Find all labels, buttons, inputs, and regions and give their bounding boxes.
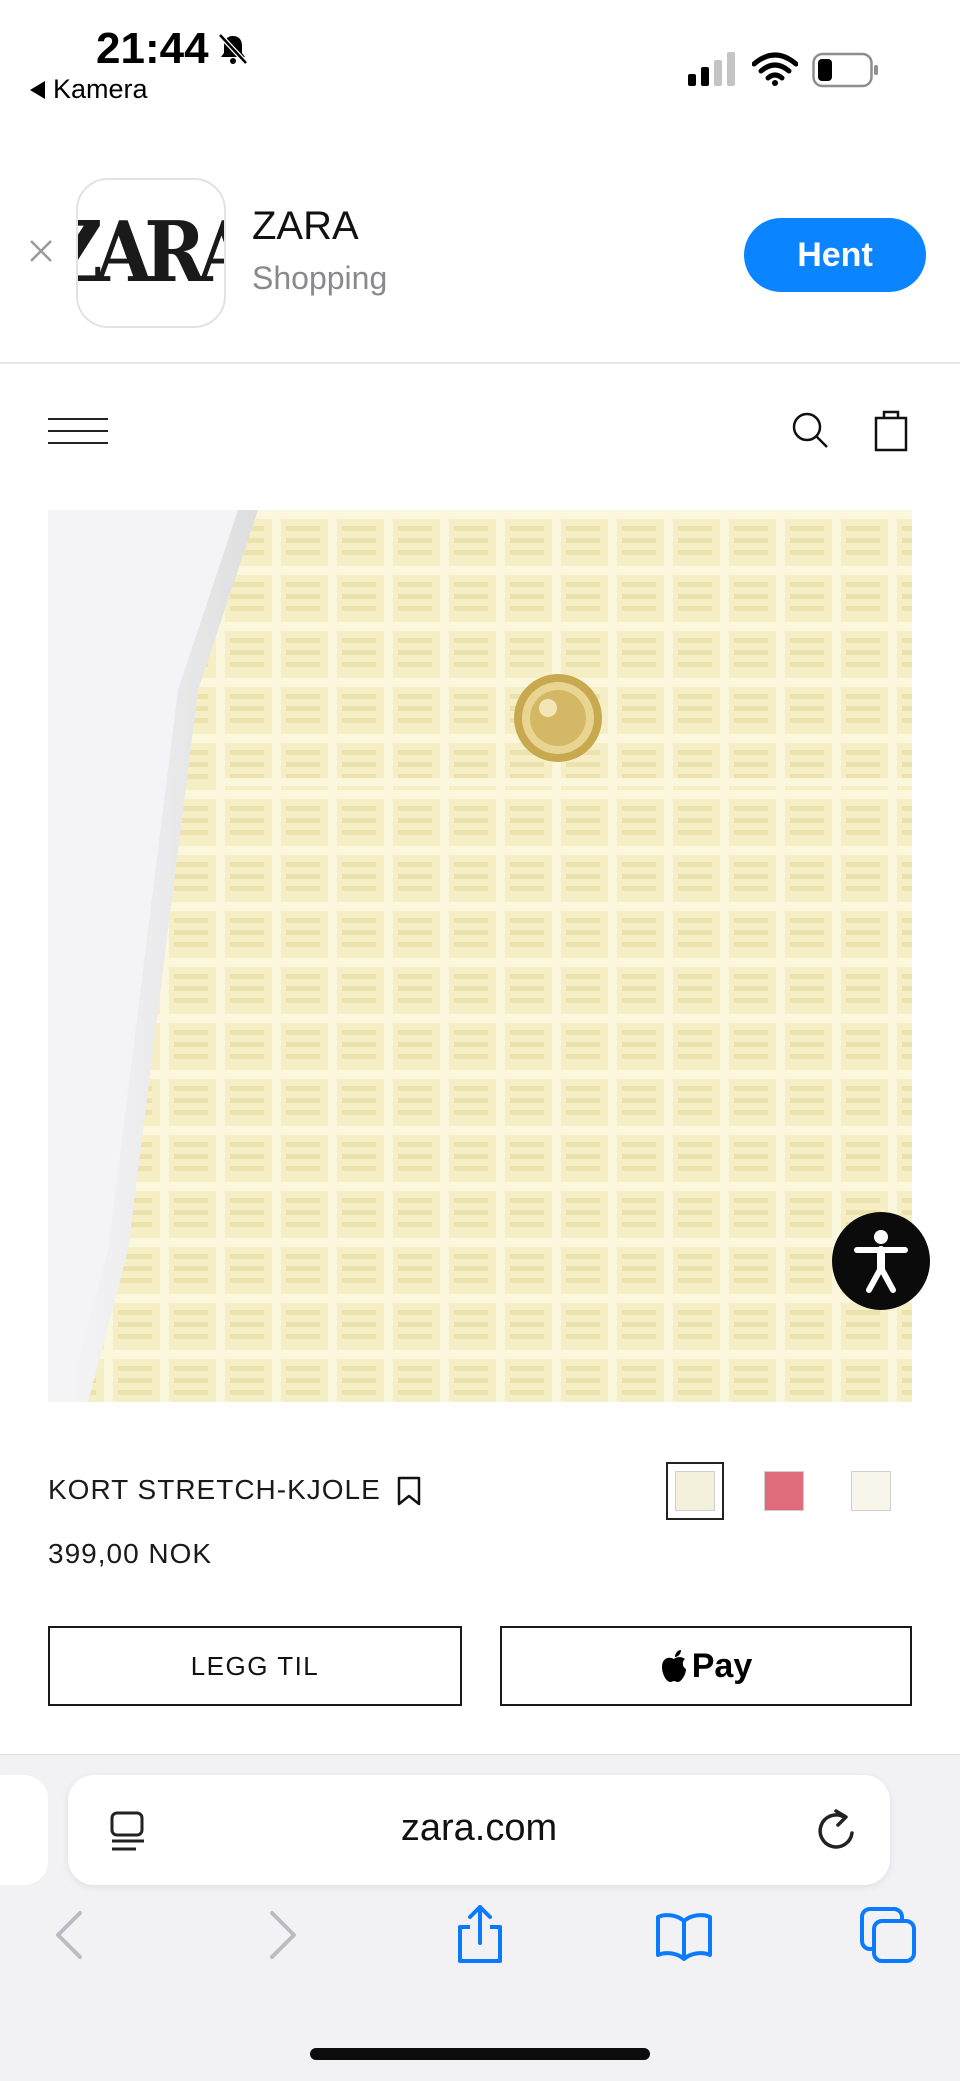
home-indicator bbox=[310, 2048, 650, 2060]
get-app-button[interactable]: Hent bbox=[744, 218, 926, 292]
app-icon[interactable]: ZARA bbox=[76, 178, 226, 328]
app-category: Shopping bbox=[252, 260, 388, 296]
bookmark-icon[interactable] bbox=[396, 1476, 422, 1506]
color-swatch-2[interactable] bbox=[755, 1462, 813, 1520]
pay-label: Pay bbox=[691, 1646, 753, 1685]
share-icon[interactable] bbox=[450, 1905, 510, 1965]
add-to-cart-button[interactable]: LEGG TIL bbox=[48, 1626, 462, 1706]
app-banner: ZARA ZARA Shopping Hent bbox=[0, 160, 960, 364]
shopping-bag-icon[interactable] bbox=[874, 408, 908, 452]
back-app-label: Kamera bbox=[53, 74, 148, 104]
tabs-icon[interactable] bbox=[858, 1905, 918, 1965]
site-header bbox=[0, 364, 960, 504]
swatch-color bbox=[675, 1471, 715, 1511]
apple-logo-icon bbox=[661, 1650, 686, 1682]
search-icon[interactable] bbox=[790, 410, 830, 450]
close-banner-icon[interactable] bbox=[28, 238, 54, 264]
previous-tab-preview[interactable] bbox=[0, 1775, 48, 1885]
back-to-app-link[interactable]: Kamera bbox=[30, 74, 148, 105]
product-image[interactable] bbox=[48, 510, 912, 1402]
status-time: 21:44 bbox=[96, 24, 209, 73]
browser-bottom-bar: zara.com bbox=[0, 1754, 960, 2081]
wifi-icon bbox=[752, 52, 798, 86]
accessibility-button[interactable] bbox=[832, 1212, 930, 1310]
accessibility-icon bbox=[854, 1230, 908, 1293]
forward-icon[interactable] bbox=[250, 1905, 310, 1965]
zara-logo: ZARA bbox=[78, 204, 224, 302]
back-icon[interactable] bbox=[42, 1905, 102, 1965]
back-triangle-icon bbox=[30, 80, 45, 99]
reload-icon[interactable] bbox=[814, 1807, 858, 1853]
bell-slash-icon bbox=[218, 33, 248, 65]
product-name: KORT STRETCH-KJOLE bbox=[48, 1474, 381, 1505]
hamburger-menu-icon[interactable] bbox=[48, 418, 108, 448]
fabric-photo bbox=[48, 510, 912, 1402]
product-price: 399,00 NOK bbox=[48, 1538, 213, 1569]
swatch-color bbox=[851, 1471, 891, 1511]
status-bar: 21:44 Kamera bbox=[0, 0, 960, 120]
bookmarks-icon[interactable] bbox=[654, 1905, 714, 1965]
battery-low-icon bbox=[812, 52, 878, 88]
swatch-color bbox=[764, 1471, 804, 1511]
apple-pay-button[interactable]: Pay bbox=[500, 1626, 912, 1706]
cellular-signal-icon bbox=[688, 52, 735, 86]
app-name: ZARA bbox=[252, 204, 359, 248]
address-bar[interactable]: zara.com bbox=[68, 1775, 890, 1885]
color-swatch-3[interactable] bbox=[842, 1462, 900, 1520]
url-text: zara.com bbox=[400, 1807, 558, 1849]
gold-button bbox=[514, 674, 602, 762]
color-swatch-1[interactable] bbox=[666, 1462, 724, 1520]
